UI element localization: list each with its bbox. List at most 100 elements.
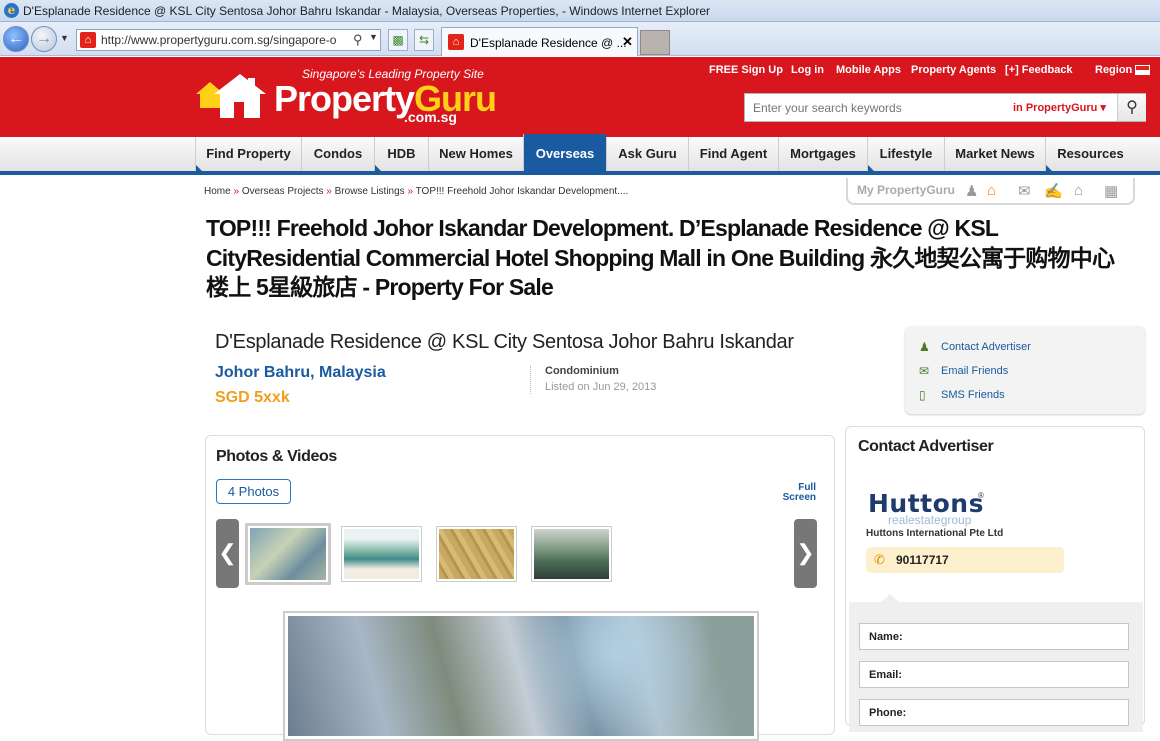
contact-form: Name: Email: Phone: bbox=[849, 594, 1143, 732]
main-photo[interactable] bbox=[283, 611, 759, 741]
chevron-down-icon: ▾ bbox=[1100, 102, 1106, 114]
nav-resources[interactable]: Resources bbox=[1045, 137, 1135, 171]
name-field[interactable]: Name: bbox=[859, 623, 1129, 650]
region-link[interactable]: Region bbox=[1095, 64, 1132, 76]
address-bar[interactable]: ⌂ http://www.propertyguru.com.sg/singapo… bbox=[76, 29, 381, 51]
my-propertyguru-label[interactable]: My PropertyGuru bbox=[857, 183, 955, 197]
magnifier-icon: ⚲ bbox=[1126, 99, 1138, 116]
search-scope-label: in PropertyGuru bbox=[1013, 102, 1098, 114]
browser-tab[interactable]: ⌂ D'Esplanade Residence @ ... ✕ bbox=[441, 27, 638, 56]
history-dropdown-icon[interactable]: ▼ bbox=[60, 33, 70, 43]
thumbnail-image bbox=[534, 529, 609, 579]
login-link[interactable]: Log in bbox=[791, 64, 824, 76]
site-search: in PropertyGuru ▾ ⚲ bbox=[744, 93, 1146, 122]
photos-heading: Photos & Videos bbox=[216, 448, 337, 465]
search-button[interactable]: ⚲ bbox=[1117, 94, 1146, 121]
site-favicon-icon: ⌂ bbox=[80, 32, 96, 48]
nav-find-agent[interactable]: Find Agent bbox=[688, 137, 778, 171]
nav-market-news[interactable]: Market News bbox=[944, 137, 1045, 171]
listing-name: D'Esplanade Residence @ KSL City Sentosa… bbox=[215, 331, 794, 353]
listing-actions: ♟ Contact Advertiser ✉ Email Friends ▯ SMS … bbox=[905, 326, 1145, 414]
nav-new-homes[interactable]: New Homes bbox=[428, 137, 523, 171]
address-url[interactable]: http://www.propertyguru.com.sg/singapore… bbox=[101, 33, 351, 47]
close-tab-icon[interactable]: ✕ bbox=[622, 34, 633, 50]
search-input[interactable] bbox=[745, 94, 1005, 121]
registered-mark: ® bbox=[978, 491, 984, 500]
property-agents-link[interactable]: Property Agents bbox=[911, 64, 996, 76]
contact-advertiser-link[interactable]: ♟ Contact Advertiser bbox=[919, 340, 1031, 354]
search-scope-dropdown[interactable]: in PropertyGuru ▾ bbox=[1013, 101, 1106, 114]
refresh-icon[interactable]: ⇆ bbox=[414, 29, 434, 51]
search-icon[interactable]: ⚲ bbox=[353, 32, 363, 48]
browser-toolbar: ← → ▼ ⌂ http://www.propertyguru.com.sg/s… bbox=[0, 22, 1160, 56]
breadcrumb-current: TOP!!! Freehold Johor Iskandar Developme… bbox=[415, 186, 629, 197]
saved-homes-icon[interactable]: ⌂ bbox=[987, 182, 996, 199]
breadcrumb-overseas-projects[interactable]: Overseas Projects bbox=[242, 186, 324, 197]
mobile-apps-link[interactable]: Mobile Apps bbox=[836, 64, 901, 76]
chat-icon[interactable]: ✍ bbox=[1044, 182, 1063, 200]
photo-count-button[interactable]: 4 Photos bbox=[216, 479, 291, 504]
agent-icon: ♟ bbox=[919, 340, 930, 354]
window-title: D'Esplanade Residence @ KSL City Sentosa… bbox=[23, 4, 711, 18]
photos-panel: Photos & Videos 4 Photos Full Screen ❮ ❯ bbox=[205, 435, 835, 741]
phone-field[interactable]: Phone: bbox=[859, 699, 1129, 726]
main-photo-image bbox=[288, 616, 754, 736]
thumbnail-1[interactable] bbox=[245, 523, 331, 585]
nav-lifestyle[interactable]: Lifestyle bbox=[867, 137, 944, 171]
site-logo[interactable]: PropertyGuru bbox=[274, 78, 497, 120]
thumbnail-image bbox=[439, 529, 514, 579]
thumbnail-next-button[interactable]: ❯ bbox=[794, 519, 817, 588]
nav-find-property[interactable]: Find Property bbox=[195, 137, 301, 171]
ie-logo-icon: e bbox=[4, 3, 19, 18]
new-tab-button[interactable] bbox=[640, 30, 670, 55]
thumbnail-3[interactable] bbox=[436, 526, 517, 582]
email-icon: ✉ bbox=[919, 364, 930, 378]
forward-button[interactable]: → bbox=[31, 26, 57, 52]
email-field[interactable]: Email: bbox=[859, 661, 1129, 688]
tab-favicon-icon: ⌂ bbox=[448, 34, 464, 50]
property-type: Condominium bbox=[545, 365, 619, 377]
address-dropdown-icon[interactable]: ▼ bbox=[369, 32, 378, 42]
messages-icon[interactable]: ✉ bbox=[1018, 182, 1031, 200]
home-alert-icon[interactable]: ⌂ bbox=[1074, 182, 1083, 199]
thumbnail-4[interactable] bbox=[531, 526, 612, 582]
nav-ask-guru[interactable]: Ask Guru bbox=[606, 137, 688, 171]
logo-property: Property bbox=[274, 78, 415, 119]
nav-condos[interactable]: Condos bbox=[301, 137, 374, 171]
listing-price: SGD 5xxk bbox=[215, 389, 290, 406]
sms-friends-link[interactable]: ▯ SMS Friends bbox=[919, 388, 1005, 402]
agency-name: Huttons International Pte Ltd bbox=[866, 528, 1004, 539]
page-title: TOP!!! Freehold Johor Iskandar Developme… bbox=[206, 215, 1115, 300]
listing-location[interactable]: Johor Bahru, Malaysia bbox=[215, 364, 386, 382]
signup-link[interactable]: FREE Sign Up bbox=[709, 64, 783, 76]
phone-number: 90117717 bbox=[896, 553, 949, 567]
feedback-link[interactable]: [+] Feedback bbox=[1005, 64, 1073, 76]
breadcrumb-browse-listings[interactable]: Browse Listings bbox=[335, 186, 405, 197]
user-icon[interactable]: ♟ bbox=[965, 182, 978, 200]
breadcrumb-home[interactable]: Home bbox=[204, 186, 231, 197]
full-screen-link[interactable]: Full Screen bbox=[776, 483, 816, 503]
calculator-icon[interactable]: ▦ bbox=[1104, 182, 1118, 200]
thumbnail-image bbox=[344, 529, 419, 579]
listed-date: Listed on Jun 29, 2013 bbox=[545, 381, 657, 393]
logo-domain: .com.sg bbox=[404, 109, 457, 125]
phone-box[interactable]: ✆ 90117717 bbox=[866, 547, 1064, 573]
my-propertyguru-bar: My PropertyGuru ♟ ⌂ ✉ ✍ ⌂ ▦ bbox=[846, 178, 1135, 205]
thumbnail-prev-button[interactable]: ❮ bbox=[216, 519, 239, 588]
house-logo-icon[interactable] bbox=[196, 72, 272, 122]
window-title-bar: e D'Esplanade Residence @ KSL City Sento… bbox=[0, 0, 1160, 22]
thumbnail-2[interactable] bbox=[341, 526, 422, 582]
email-friends-link[interactable]: ✉ Email Friends bbox=[919, 364, 1008, 378]
tab-title: D'Esplanade Residence @ ... bbox=[470, 36, 627, 50]
contact-heading: Contact Advertiser bbox=[858, 438, 994, 455]
main-nav: Find Property Condos HDB New Homes Overs… bbox=[0, 134, 1160, 175]
nav-overseas[interactable]: Overseas bbox=[523, 134, 606, 171]
nav-hdb[interactable]: HDB bbox=[374, 137, 428, 171]
divider bbox=[530, 366, 531, 394]
compatibility-view-icon[interactable]: ▩ bbox=[388, 29, 408, 51]
mobile-phone-icon: ▯ bbox=[919, 388, 926, 402]
phone-icon: ✆ bbox=[874, 552, 885, 567]
singapore-flag-icon[interactable] bbox=[1135, 65, 1150, 75]
back-button[interactable]: ← bbox=[3, 26, 29, 52]
nav-mortgages[interactable]: Mortgages bbox=[778, 137, 867, 171]
